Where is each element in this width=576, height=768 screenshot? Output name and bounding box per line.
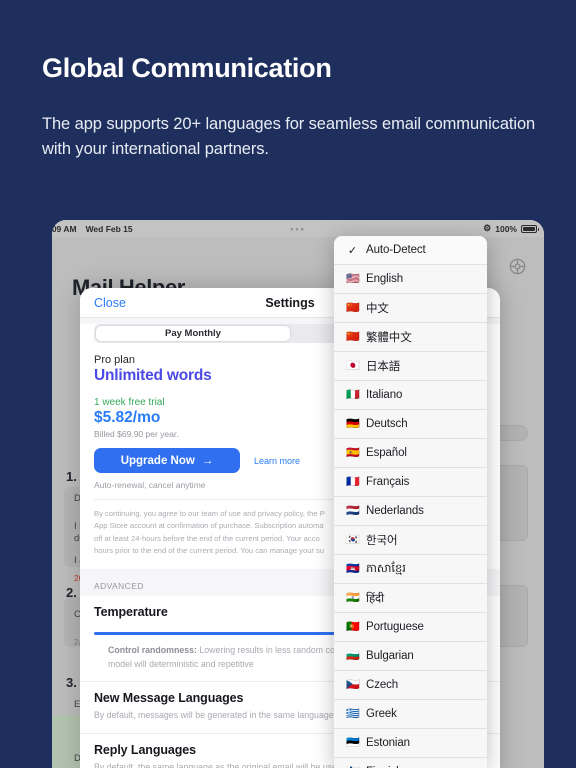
language-item-15[interactable]: 🇨🇿 Czech [334, 671, 487, 700]
flag-icon: 🇪🇸 [346, 446, 360, 459]
language-label: Deutsch [366, 418, 408, 430]
language-item-2[interactable]: 🇨🇳 中文 [334, 294, 487, 323]
status-date: Wed Feb 15 [85, 223, 133, 234]
language-item-0[interactable]: ✓ Auto-Detect [334, 236, 487, 265]
language-label: ភាសាខ្មែរ [366, 562, 406, 575]
language-item-9[interactable]: 🇳🇱 Nederlands [334, 497, 487, 526]
flag-icon: 🇩🇪 [346, 417, 360, 430]
flag-icon: 🇺🇸 [346, 272, 360, 285]
language-item-3[interactable]: 🇨🇳 繁體中文 [334, 323, 487, 352]
language-item-5[interactable]: 🇮🇹 Italiano [334, 381, 487, 410]
status-bar: :09 AM Wed Feb 15 ••• ⚙ 100% [52, 220, 544, 237]
arrow-right-icon: → [201, 454, 214, 467]
language-label: 繁體中文 [366, 332, 412, 344]
flag-icon: 🇪🇪 [346, 736, 360, 749]
language-label: हिंदी [366, 592, 384, 605]
language-label: 日本語 [366, 361, 401, 373]
flag-icon: 🇬🇷 [346, 707, 360, 720]
language-label: Español [366, 447, 407, 459]
flag-icon: 🇮🇹 [346, 388, 360, 401]
language-label: Français [366, 476, 410, 488]
language-item-13[interactable]: 🇵🇹 Portuguese [334, 613, 487, 642]
upgrade-label: Upgrade Now [120, 454, 195, 467]
wifi-icon: ⚙ [483, 223, 492, 233]
language-label: Nederlands [366, 505, 424, 517]
battery-icon [521, 224, 539, 233]
language-label: Czech [366, 679, 399, 691]
close-button[interactable]: Close [94, 296, 126, 310]
language-label: Estonian [366, 737, 410, 749]
language-label: Greek [366, 708, 397, 720]
language-label: Auto-Detect [366, 244, 426, 256]
flag-icon: 🇯🇵 [346, 359, 360, 372]
flag-icon: 🇵🇹 [346, 620, 360, 633]
language-item-1[interactable]: 🇺🇸 English [334, 265, 487, 294]
language-item-6[interactable]: 🇩🇪 Deutsch [334, 410, 487, 439]
language-dropdown[interactable]: ✓ Auto-Detect 🇺🇸 English 🇨🇳 中文 🇨🇳 繁體中文 🇯🇵 日本語 🇮🇹 It… [334, 236, 487, 768]
flag-icon: 🇨🇳 [346, 301, 360, 314]
page-subtitle: The app supports 20+ languages for seaml… [42, 115, 536, 159]
flag-icon: 🇨🇳 [346, 330, 360, 343]
language-item-10[interactable]: 🇰🇷 한국어 [334, 526, 487, 555]
language-item-11[interactable]: 🇰🇭 ភាសាខ្មែរ [334, 555, 487, 584]
language-item-14[interactable]: 🇧🇬 Bulgarian [334, 642, 487, 671]
language-item-8[interactable]: 🇫🇷 Français [334, 468, 487, 497]
flag-icon: 🇨🇿 [346, 678, 360, 691]
language-label: 中文 [366, 303, 389, 315]
flag-icon: 🇮🇳 [346, 591, 360, 604]
language-label: Portuguese [366, 621, 424, 633]
segment-pay-monthly[interactable]: Pay Monthly [96, 326, 290, 341]
flag-icon: 🇳🇱 [346, 504, 360, 517]
upgrade-now-button[interactable]: Upgrade Now → [94, 448, 240, 473]
language-item-4[interactable]: 🇯🇵 日本語 [334, 352, 487, 381]
language-item-7[interactable]: 🇪🇸 Español [334, 439, 487, 468]
status-time: :09 AM [52, 223, 77, 234]
flag-icon: 🇧🇬 [346, 649, 360, 662]
battery-percent: 100% [495, 223, 517, 234]
learn-more-link[interactable]: Learn more [254, 456, 300, 466]
language-label: Italiano [366, 389, 403, 401]
language-label: 한국어 [366, 535, 398, 547]
flag-icon: 🇰🇭 [346, 562, 360, 575]
language-label: Bulgarian [366, 650, 414, 662]
language-item-12[interactable]: 🇮🇳 हिंदी [334, 584, 487, 613]
multitask-handle[interactable]: ••• [290, 224, 305, 234]
flag-icon: 🇫🇷 [346, 475, 360, 488]
temperature-desc-bold: Control randomness: [108, 645, 197, 656]
flag-icon: 🇰🇷 [346, 533, 360, 546]
language-item-16[interactable]: 🇬🇷 Greek [334, 700, 487, 729]
status-right: ⚙ 100% [483, 223, 544, 234]
check-icon: ✓ [347, 244, 358, 257]
promo-header: Global Communication The app supports 20… [42, 52, 542, 163]
language-item-18[interactable]: 🇫🇮Finnish [334, 758, 487, 768]
page-title: Global Communication [42, 53, 332, 83]
language-label: English [366, 273, 404, 285]
language-item-17[interactable]: 🇪🇪 Estonian [334, 729, 487, 758]
